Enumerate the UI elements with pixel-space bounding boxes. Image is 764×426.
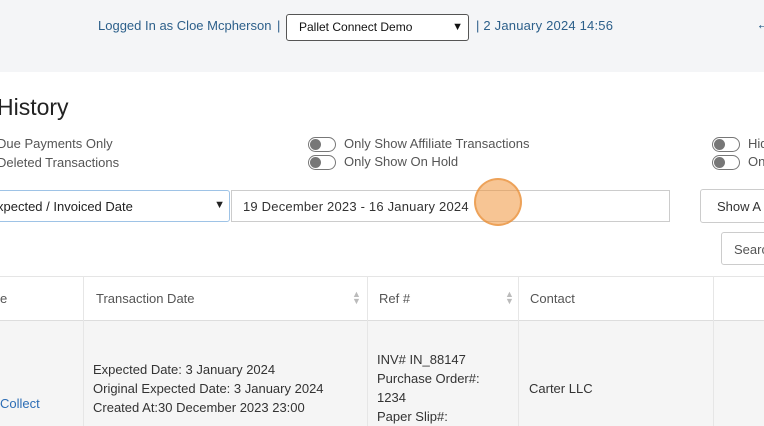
sort-icon[interactable]: ▲ ▼	[352, 290, 361, 306]
show-button[interactable]: Show A	[700, 189, 764, 223]
column-divider	[83, 276, 84, 426]
chevron-down-icon: ▼	[214, 199, 225, 211]
affiliate-toggle[interactable]	[308, 137, 336, 152]
option-deleted-transactions[interactable]: Deleted Transactions	[0, 155, 119, 170]
account-select[interactable]: Pallet Connect Demo ▼	[286, 14, 469, 41]
current-datetime: | 2 January 2024 14:56	[476, 18, 614, 33]
page-title: History	[0, 94, 69, 120]
toggle-switch-icon	[310, 139, 321, 150]
chevron-down-icon: ▼	[452, 21, 463, 33]
click-indicator	[474, 178, 522, 226]
top-bar: Logged In as Cloe Mcpherson | Pallet Con…	[0, 0, 764, 72]
contact-name: Carter LLC	[529, 381, 593, 396]
type-link[interactable]: Collect	[0, 394, 40, 413]
purchase-order-value: 1234	[377, 390, 406, 405]
table-header: e Transaction Date ▲ ▼ Ref # ▲ ▼ Contact	[0, 276, 764, 321]
column-divider	[518, 276, 519, 426]
table-row[interactable]: Collect Expected Date: 3 January 2024 Or…	[0, 321, 764, 426]
option-on-hold: Only Show On Hold	[344, 154, 459, 169]
transactions-table: e Transaction Date ▲ ▼ Ref # ▲ ▼ Contact C…	[0, 276, 764, 426]
column-header-type[interactable]: e	[0, 277, 7, 322]
option-due-payments[interactable]: Due Payments Only	[0, 136, 113, 151]
column-header-ref[interactable]: Ref #	[379, 277, 410, 322]
toggle-switch-icon	[714, 139, 725, 150]
date-type-select[interactable]: xpected / Invoiced Date ▼	[0, 190, 230, 222]
invoice-ref: INV# IN_88147	[377, 352, 466, 367]
created-at: Created At:30 December 2023 23:00	[93, 400, 305, 415]
option-hide: Hid	[748, 136, 764, 151]
expected-date: Expected Date: 3 January 2024	[93, 362, 276, 377]
logged-in-text: Logged In as Cloe Mcpherson	[98, 18, 272, 33]
on-hold-toggle[interactable]	[308, 155, 336, 170]
column-divider	[713, 276, 714, 426]
column-header-transaction-date[interactable]: Transaction Date	[96, 277, 195, 322]
option-affiliate-transactions: Only Show Affiliate Transactions	[344, 136, 530, 151]
search-input[interactable]: Searc	[721, 232, 764, 265]
original-expected-date: Original Expected Date: 3 January 2024	[93, 381, 324, 396]
purchase-order-label: Purchase Order#:	[377, 371, 480, 386]
toggle-switch-icon	[310, 157, 321, 168]
account-select-value: Pallet Connect Demo	[299, 20, 413, 34]
sort-icon[interactable]: ▲ ▼	[505, 290, 514, 306]
header-separator: |	[277, 18, 281, 33]
hide-toggle[interactable]	[712, 137, 740, 152]
date-type-value: xpected / Invoiced Date	[0, 199, 133, 214]
paper-slip-label: Paper Slip#:	[377, 409, 448, 424]
history-panel: History Due Payments Only Deleted Transa…	[0, 72, 764, 426]
arrow-icon[interactable]: ←	[756, 16, 764, 32]
only-toggle[interactable]	[712, 155, 740, 170]
column-divider	[367, 276, 368, 426]
option-only: On	[748, 154, 764, 169]
date-range-input[interactable]: 19 December 2023 - 16 January 2024	[231, 190, 670, 222]
column-header-contact[interactable]: Contact	[530, 277, 575, 322]
toggle-switch-icon	[714, 157, 725, 168]
